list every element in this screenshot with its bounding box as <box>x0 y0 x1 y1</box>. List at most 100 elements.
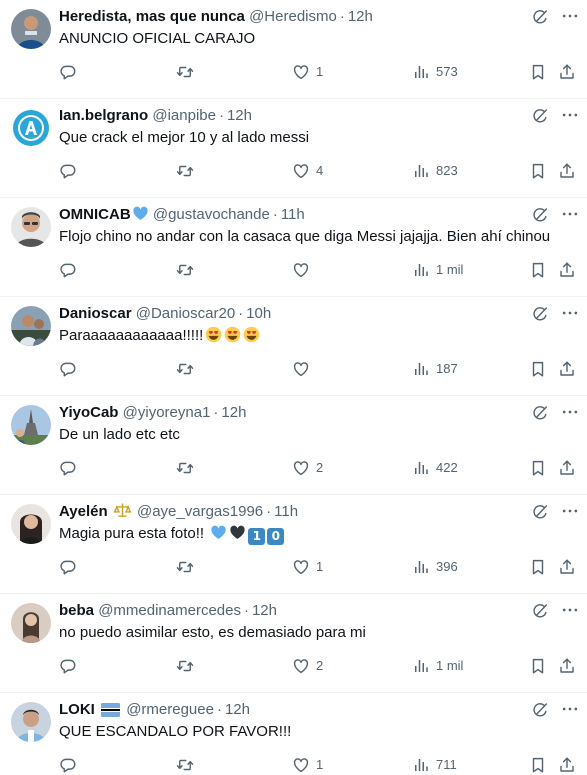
like-button[interactable]: 2 <box>292 458 323 478</box>
bookmark-button[interactable] <box>529 755 547 775</box>
user-handle[interactable]: @rmereguee <box>126 701 214 718</box>
reply-button[interactable] <box>59 260 83 280</box>
bookmark-button[interactable] <box>529 557 547 577</box>
tweet-item[interactable]: beba @mmedinamercedes · 12h no puedo asimi… <box>0 594 587 693</box>
bookmark-button[interactable] <box>529 161 547 181</box>
display-name[interactable]: beba <box>59 602 94 619</box>
retweet-button[interactable] <box>176 656 200 676</box>
share-button[interactable] <box>558 458 576 478</box>
avatar[interactable] <box>11 207 51 247</box>
views-button[interactable]: 396 <box>412 557 458 577</box>
display-name[interactable]: OMNICAB <box>59 206 131 223</box>
retweet-button[interactable] <box>176 755 200 775</box>
views-button[interactable]: 1 mil <box>412 656 463 676</box>
more-icon[interactable] <box>560 204 580 224</box>
more-icon[interactable] <box>560 501 580 521</box>
more-icon[interactable] <box>560 105 580 125</box>
grok-icon[interactable] <box>531 107 549 125</box>
grok-icon[interactable] <box>531 701 549 719</box>
tweet-item[interactable]: Heredista, mas que nunca @Heredismo · 12h … <box>0 0 587 99</box>
user-handle[interactable]: @mmedinamercedes <box>98 602 241 619</box>
bookmark-button[interactable] <box>529 260 547 280</box>
reply-button[interactable] <box>59 557 83 577</box>
views-button[interactable]: 1 mil <box>412 260 463 280</box>
tweet-item[interactable]: OMNICAB @gustavochande · 11h Flojo chino n… <box>0 198 587 297</box>
retweet-button[interactable] <box>176 359 200 379</box>
like-button[interactable]: 4 <box>292 161 323 181</box>
retweet-button[interactable] <box>176 260 200 280</box>
reply-button[interactable] <box>59 656 83 676</box>
tweet-item[interactable]: Ayelén @aye_vargas1996 · 11h Magia pura es… <box>0 495 587 594</box>
like-button[interactable] <box>292 359 316 379</box>
like-button[interactable]: 2 <box>292 656 323 676</box>
user-handle[interactable]: @Danioscar20 <box>136 305 235 322</box>
like-button[interactable]: 1 <box>292 755 323 775</box>
display-name[interactable]: Ian.belgrano <box>59 107 148 124</box>
grok-icon[interactable] <box>531 602 549 620</box>
views-button[interactable]: 711 <box>412 755 457 775</box>
tweet-item[interactable]: YiyoCab @yiyoreyna1 · 12h De un lado etc e… <box>0 396 587 495</box>
user-handle[interactable]: @ianpibe <box>152 107 216 124</box>
display-name[interactable]: Ayelén <box>59 503 108 520</box>
reply-button[interactable] <box>59 458 83 478</box>
share-button[interactable] <box>558 161 576 181</box>
retweet-button[interactable] <box>176 62 200 82</box>
like-button[interactable]: 1 <box>292 62 323 82</box>
reply-button[interactable] <box>59 359 83 379</box>
avatar[interactable] <box>11 405 51 445</box>
more-icon[interactable] <box>560 6 580 26</box>
display-name[interactable]: LOKI <box>59 701 95 718</box>
views-button[interactable]: 823 <box>412 161 458 181</box>
display-name[interactable]: Heredista, mas que nunca <box>59 8 245 25</box>
tweet-time[interactable]: 12h <box>227 107 252 124</box>
more-icon[interactable] <box>560 303 580 323</box>
avatar[interactable] <box>11 702 51 742</box>
grok-icon[interactable] <box>531 206 549 224</box>
share-button[interactable] <box>558 557 576 577</box>
tweet-item[interactable]: LOKI @rmereguee · 12h QUE ESCANDALO POR FA… <box>0 693 587 775</box>
tweet-time[interactable]: 12h <box>348 8 373 25</box>
tweet-time[interactable]: 12h <box>225 701 250 718</box>
grok-icon[interactable] <box>531 503 549 521</box>
grok-icon[interactable] <box>531 305 549 323</box>
retweet-button[interactable] <box>176 557 200 577</box>
user-handle[interactable]: @gustavochande <box>153 206 270 223</box>
user-handle[interactable]: @yiyoreyna1 <box>123 404 211 421</box>
more-icon[interactable] <box>560 699 580 719</box>
share-button[interactable] <box>558 755 576 775</box>
user-handle[interactable]: @Heredismo <box>249 8 337 25</box>
share-button[interactable] <box>558 359 576 379</box>
avatar[interactable] <box>11 306 51 346</box>
display-name[interactable]: YiyoCab <box>59 404 118 421</box>
share-button[interactable] <box>558 260 576 280</box>
reply-button[interactable] <box>59 161 83 181</box>
tweet-time[interactable]: 12h <box>221 404 246 421</box>
retweet-button[interactable] <box>176 458 200 478</box>
reply-button[interactable] <box>59 62 83 82</box>
tweet-time[interactable]: 11h <box>281 206 305 223</box>
more-icon[interactable] <box>560 600 580 620</box>
tweet-item[interactable]: Danioscar @Danioscar20 · 10h Paraaaaaaaaaa… <box>0 297 587 396</box>
avatar[interactable] <box>11 504 51 544</box>
tweet-time[interactable]: 11h <box>274 503 298 520</box>
like-button[interactable]: 1 <box>292 557 323 577</box>
display-name[interactable]: Danioscar <box>59 305 132 322</box>
avatar[interactable] <box>11 108 51 148</box>
views-button[interactable]: 187 <box>412 359 458 379</box>
grok-icon[interactable] <box>531 8 549 26</box>
bookmark-button[interactable] <box>529 62 547 82</box>
share-button[interactable] <box>558 656 576 676</box>
tweet-time[interactable]: 10h <box>246 305 271 322</box>
like-button[interactable] <box>292 260 316 280</box>
views-button[interactable]: 573 <box>412 62 458 82</box>
user-handle[interactable]: @aye_vargas1996 <box>137 503 263 520</box>
bookmark-button[interactable] <box>529 656 547 676</box>
bookmark-button[interactable] <box>529 458 547 478</box>
reply-button[interactable] <box>59 755 83 775</box>
tweet-time[interactable]: 12h <box>252 602 277 619</box>
avatar[interactable] <box>11 603 51 643</box>
avatar[interactable] <box>11 9 51 49</box>
bookmark-button[interactable] <box>529 359 547 379</box>
share-button[interactable] <box>558 62 576 82</box>
tweet-item[interactable]: Ian.belgrano @ianpibe · 12h Que crack el m… <box>0 99 587 198</box>
